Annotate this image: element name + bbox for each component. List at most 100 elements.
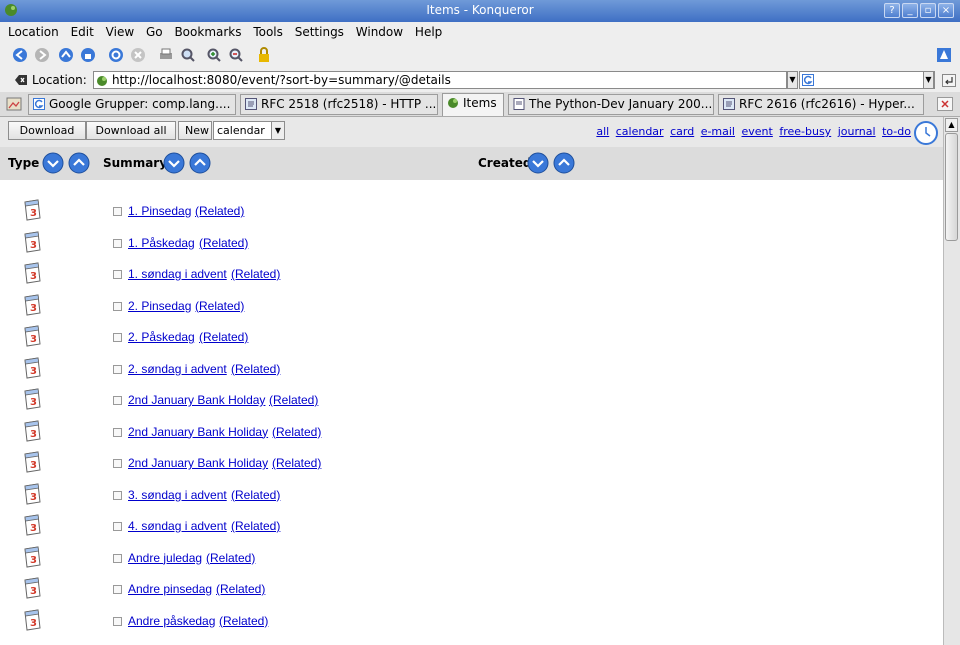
related-link[interactable]: (Related) <box>199 236 248 250</box>
item-summary-link[interactable]: Andre påskedag <box>128 614 215 628</box>
up-icon[interactable] <box>58 47 74 63</box>
web-content[interactable]: Download Download all New calendar ▼ all… <box>0 117 943 645</box>
related-link[interactable]: (Related) <box>206 551 255 565</box>
reload-icon[interactable] <box>108 47 124 63</box>
filter-to-do-link[interactable]: to-do <box>882 125 911 138</box>
new-tab-icon[interactable] <box>6 96 22 112</box>
select-checkbox[interactable] <box>113 616 122 626</box>
filter-all-link[interactable]: all <box>596 125 609 138</box>
clock-icon[interactable] <box>914 121 938 145</box>
related-link[interactable]: (Related) <box>195 204 244 218</box>
location-url-input[interactable]: http://localhost:8080/event/?sort-by=sum… <box>93 71 787 89</box>
related-link[interactable]: (Related) <box>216 582 265 596</box>
tab-python-dev[interactable]: The Python-Dev January 200... <box>508 94 714 115</box>
item-summary-link[interactable]: 1. Pinsedag <box>128 204 191 218</box>
item-summary-link[interactable]: 2. søndag i advent <box>128 362 227 376</box>
item-summary-link[interactable]: 1. Påskedag <box>128 236 195 250</box>
tab-items[interactable]: Items <box>442 93 504 116</box>
item-summary-link[interactable]: 3. søndag i advent <box>128 488 227 502</box>
menu-bookmarks[interactable]: Bookmarks <box>174 25 241 39</box>
select-checkbox[interactable] <box>113 270 122 279</box>
related-link[interactable]: (Related) <box>269 393 318 407</box>
filter-email-link[interactable]: e-mail <box>701 125 735 138</box>
vertical-scrollbar[interactable]: ▲ <box>943 117 960 645</box>
item-summary-link[interactable]: Andre pinsedag <box>128 582 212 596</box>
maximize-button[interactable]: ▫ <box>920 3 936 18</box>
item-summary-link[interactable]: 2. Pinsedag <box>128 299 191 313</box>
select-checkbox[interactable] <box>113 364 122 374</box>
title-bar[interactable]: Items - Konqueror ? _ ▫ × <box>0 0 960 22</box>
calendar-type-select[interactable]: calendar ▼ <box>213 121 285 140</box>
security-lock-icon[interactable] <box>256 47 272 63</box>
stop-icon[interactable] <box>130 47 146 63</box>
select-checkbox[interactable] <box>113 333 122 342</box>
related-link[interactable]: (Related) <box>231 267 280 281</box>
minimize-button[interactable]: _ <box>902 3 918 18</box>
menu-go[interactable]: Go <box>146 25 163 39</box>
item-summary-link[interactable]: 2nd January Bank Holday <box>128 393 265 407</box>
sort-descending-icon[interactable] <box>163 152 185 174</box>
related-link[interactable]: (Related) <box>195 299 244 313</box>
item-summary-link[interactable]: Andre juledag <box>128 551 202 565</box>
menu-settings[interactable]: Settings <box>295 25 344 39</box>
filter-journal-link[interactable]: journal <box>838 125 876 138</box>
related-link[interactable]: (Related) <box>231 519 280 533</box>
search-dropdown-arrow[interactable]: ▼ <box>923 71 934 89</box>
menu-help[interactable]: Help <box>415 25 442 39</box>
search-input[interactable] <box>799 71 935 89</box>
select-checkbox[interactable] <box>113 207 122 216</box>
filter-card-link[interactable]: card <box>670 125 694 138</box>
item-summary-link[interactable]: 4. søndag i advent <box>128 519 227 533</box>
related-link[interactable]: (Related) <box>231 488 280 502</box>
forward-icon[interactable] <box>34 47 50 63</box>
select-checkbox[interactable] <box>113 522 122 531</box>
sort-ascending-icon[interactable] <box>68 152 90 174</box>
help-window-button[interactable]: ? <box>884 3 900 18</box>
print-preview-icon[interactable] <box>180 47 196 63</box>
filter-free-busy-link[interactable]: free-busy <box>779 125 831 138</box>
back-icon[interactable] <box>12 47 28 63</box>
select-checkbox[interactable] <box>113 301 122 311</box>
clear-location-icon[interactable] <box>14 74 28 86</box>
select-checkbox[interactable] <box>113 427 122 437</box>
zoom-in-icon[interactable] <box>206 47 222 63</box>
print-icon[interactable] <box>158 47 174 63</box>
download-all-button[interactable]: Download all <box>86 121 176 140</box>
menu-location[interactable]: Location <box>8 25 59 39</box>
menu-window[interactable]: Window <box>356 25 403 39</box>
close-window-button[interactable]: × <box>938 3 954 18</box>
select-checkbox[interactable] <box>113 553 122 563</box>
zoom-out-icon[interactable] <box>228 47 244 63</box>
select-checkbox[interactable] <box>113 396 122 405</box>
menu-tools[interactable]: Tools <box>253 25 283 39</box>
item-summary-link[interactable]: 2nd January Bank Holiday <box>128 425 268 439</box>
related-link[interactable]: (Related) <box>231 362 280 376</box>
menu-view[interactable]: View <box>106 25 134 39</box>
sort-ascending-icon[interactable] <box>553 152 575 174</box>
select-checkbox[interactable] <box>113 490 122 500</box>
close-tab-icon[interactable] <box>937 97 953 111</box>
scroll-up-arrow[interactable]: ▲ <box>945 118 958 132</box>
filter-calendar-link[interactable]: calendar <box>616 125 664 138</box>
select-checkbox[interactable] <box>113 585 122 594</box>
related-link[interactable]: (Related) <box>272 456 321 470</box>
select-checkbox[interactable] <box>113 238 122 248</box>
scrollbar-thumb[interactable] <box>945 133 958 241</box>
item-summary-link[interactable]: 2nd January Bank Holiday <box>128 456 268 470</box>
item-summary-link[interactable]: 2. Påskedag <box>128 330 195 344</box>
tab-rfc2518[interactable]: RFC 2518 (rfc2518) - HTTP ... <box>240 94 438 115</box>
location-dropdown-arrow[interactable]: ▼ <box>787 71 798 89</box>
home-icon[interactable] <box>80 47 96 63</box>
related-link[interactable]: (Related) <box>199 330 248 344</box>
tab-rfc2616[interactable]: RFC 2616 (rfc2616) - Hyper... <box>718 94 924 115</box>
tab-google-groups[interactable]: Google Grupper: comp.lang.... <box>28 94 236 115</box>
menu-edit[interactable]: Edit <box>71 25 94 39</box>
sort-descending-icon[interactable] <box>42 152 64 174</box>
new-button[interactable]: New <box>178 121 212 140</box>
download-button[interactable]: Download <box>8 121 86 140</box>
select-checkbox[interactable] <box>113 459 122 468</box>
related-link[interactable]: (Related) <box>219 614 268 628</box>
sort-descending-icon[interactable] <box>527 152 549 174</box>
sort-ascending-icon[interactable] <box>189 152 211 174</box>
related-link[interactable]: (Related) <box>272 425 321 439</box>
